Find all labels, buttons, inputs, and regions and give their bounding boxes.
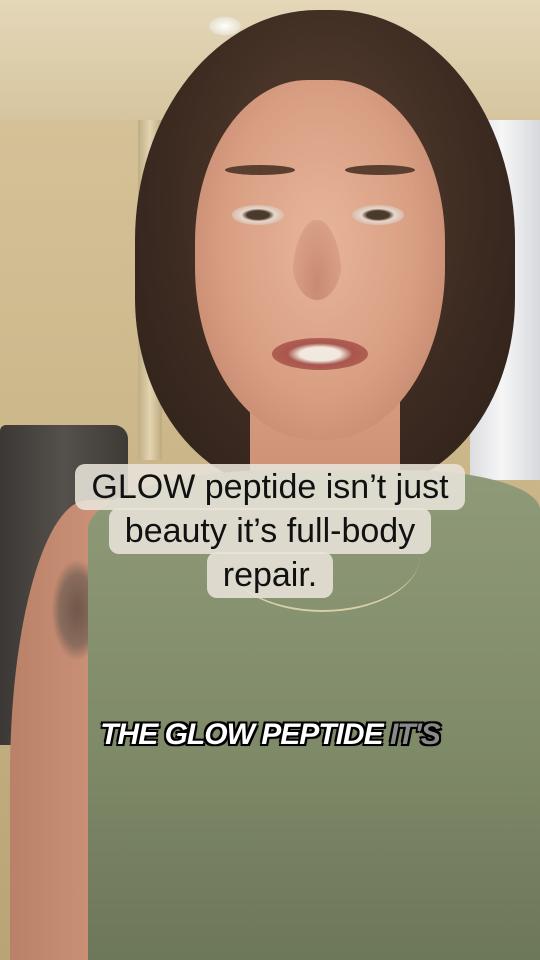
caption-line-2: beauty it’s full-body: [108, 508, 432, 554]
auto-subtitle: THE GLOW PEPTIDE IT'S: [0, 718, 540, 752]
left-eye: [232, 205, 284, 225]
right-eye: [352, 205, 404, 225]
overlay-caption: GLOW peptide isn’t just beauty it’s full…: [0, 464, 540, 598]
right-eyebrow: [345, 165, 415, 175]
caption-line-1: GLOW peptide isn’t just: [75, 464, 465, 510]
mouth: [272, 338, 368, 370]
left-eyebrow: [225, 165, 295, 175]
subtitle-upcoming-words: IT'S: [389, 718, 441, 751]
subtitle-spoken-words: THE GLOW PEPTIDE: [100, 718, 383, 751]
nose: [292, 220, 342, 300]
caption-line-3: repair.: [206, 552, 334, 598]
